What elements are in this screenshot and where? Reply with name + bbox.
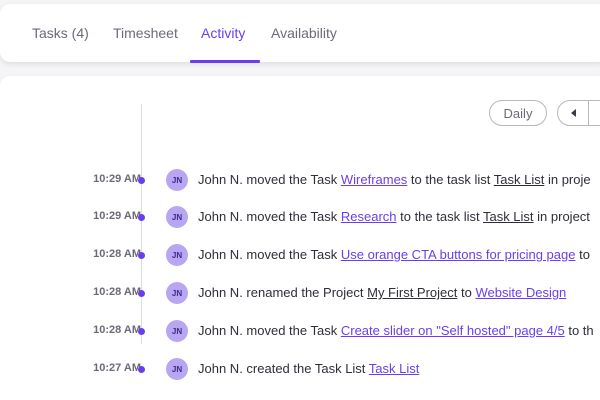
activity-time: 10:28 AM: [93, 324, 141, 336]
activity-tail: in project: [533, 209, 590, 224]
timeline-dot: [138, 290, 145, 297]
activity-entry: 10:28 AM JN John N. renamed the Project …: [0, 282, 600, 306]
activity-entry: 10:27 AM JN John N. created the Task Lis…: [0, 358, 600, 382]
activity-middle: to the task list: [407, 172, 494, 187]
activity-tail: to: [575, 247, 590, 262]
project-link[interactable]: Website Design: [475, 285, 566, 300]
activity-tail: in proje: [544, 172, 591, 187]
activity-text: John N. moved the Task Wireframes to the…: [198, 172, 591, 187]
activity-text: John N. moved the Task Use orange CTA bu…: [198, 247, 590, 262]
activity-text: John N. moved the Task Create slider on …: [198, 323, 594, 338]
activity-time: 10:27 AM: [93, 362, 141, 374]
activity-time: 10:28 AM: [93, 248, 141, 260]
active-tab-indicator: [190, 60, 260, 63]
activity-verb: moved the Task: [242, 209, 341, 224]
activity-entry: 10:28 AM JN John N. moved the Task Creat…: [0, 320, 600, 344]
task-link[interactable]: Use orange CTA buttons for pricing page: [341, 247, 576, 262]
timeline-dot: [138, 214, 145, 221]
timeline-dot: [138, 177, 145, 184]
timeline-dot: [138, 366, 145, 373]
activity-user: John N.: [198, 209, 243, 224]
activity-entry: 10:29 AM JN John N. moved the Task Resea…: [0, 206, 600, 230]
activity-middle: to the task list: [396, 209, 483, 224]
activity-text: John N. renamed the Project My First Pro…: [198, 285, 566, 300]
previous-button[interactable]: [558, 101, 589, 125]
activity-entry: 10:29 AM JN John N. moved the Task Wiref…: [0, 169, 600, 193]
activity-verb: moved the Task: [242, 247, 341, 262]
avatar[interactable]: JN: [166, 206, 188, 228]
activity-user: John N.: [198, 323, 243, 338]
activity-user: John N.: [198, 172, 243, 187]
daily-button[interactable]: Daily: [489, 100, 547, 126]
activity-time: 10:29 AM: [93, 210, 141, 222]
avatar[interactable]: JN: [166, 244, 188, 266]
timeline-dot: [138, 328, 145, 335]
activity-entry: 10:28 AM JN John N. moved the Task Use o…: [0, 244, 600, 268]
tab-activity[interactable]: Activity: [201, 4, 245, 62]
activity-user: John N.: [198, 285, 243, 300]
avatar[interactable]: JN: [166, 169, 188, 191]
task-list-link[interactable]: Task List: [483, 209, 534, 224]
activity-tail: to th: [564, 323, 594, 338]
page: Tasks (4) Timesheet Activity Availabilit…: [0, 0, 600, 400]
activity-verb: moved the Task: [242, 172, 341, 187]
activity-user: John N.: [198, 361, 243, 376]
activity-text: John N. moved the Task Research to the t…: [198, 209, 590, 224]
avatar[interactable]: JN: [166, 320, 188, 342]
activity-middle: to: [457, 285, 476, 300]
activity-text: John N. created the Task List Task List: [198, 361, 419, 376]
date-navigator[interactable]: [557, 100, 600, 126]
activity-verb: moved the Task: [242, 323, 341, 338]
activity-user: John N.: [198, 247, 243, 262]
activity-time: 10:29 AM: [93, 173, 141, 185]
avatar[interactable]: JN: [166, 358, 188, 380]
activity-verb: created the Task List: [242, 361, 369, 376]
activity-verb: renamed the Project: [242, 285, 368, 300]
task-link[interactable]: Create slider on "Self hosted" page 4/5: [341, 323, 565, 338]
caret-left-icon: [570, 109, 576, 117]
avatar[interactable]: JN: [166, 282, 188, 304]
task-link[interactable]: Wireframes: [341, 172, 407, 187]
timeline-dot: [138, 252, 145, 259]
activity-time: 10:28 AM: [93, 286, 141, 298]
tab-availability[interactable]: Availability: [271, 4, 337, 62]
tab-tasks[interactable]: Tasks (4): [32, 4, 89, 62]
task-list-link[interactable]: Task List: [369, 361, 420, 376]
tabs-bar: Tasks (4) Timesheet Activity Availabilit…: [0, 4, 600, 63]
task-link[interactable]: Research: [341, 209, 397, 224]
task-list-link[interactable]: Task List: [494, 172, 545, 187]
tab-timesheet[interactable]: Timesheet: [113, 4, 178, 62]
activity-panel: Daily: [0, 76, 600, 400]
project-link[interactable]: My First Project: [367, 285, 457, 300]
